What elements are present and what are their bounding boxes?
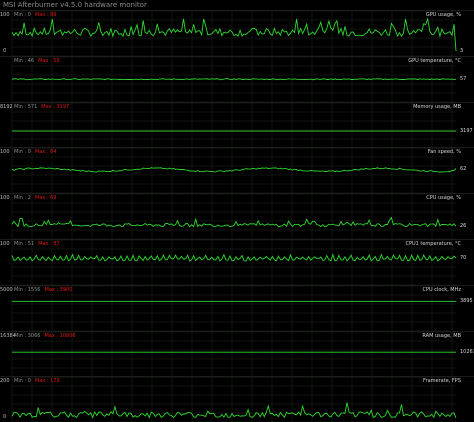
max-value: Max : 179 [34, 378, 60, 384]
title-bar[interactable]: MSI Afterburner v4.5.0 hardware monitor [0, 0, 474, 10]
graph-trace [11, 17, 457, 52]
current-value: 3 [460, 48, 464, 54]
window-title: MSI Afterburner v4.5.0 hardware monitor [3, 1, 147, 9]
max-value: Max : 69 [34, 195, 57, 201]
min-max-readout: Min : 0 Max : 179 [14, 378, 60, 385]
max-value: Max : 3197 [41, 104, 70, 110]
panel-title: GPU usage, % [425, 12, 461, 18]
monitor-graph [11, 331, 456, 378]
graph-trace [12, 78, 457, 81]
max-value: Max : 59 [38, 58, 60, 64]
min-value: Min : 3066 [14, 333, 41, 339]
min-max-readout: Min : 3066 Max : 10806 [14, 333, 76, 340]
panel-title: CPU1 temperature, °C [405, 241, 461, 247]
y-axis-max-label: 8192 [0, 104, 13, 110]
monitor-graph [11, 10, 457, 57]
monitor-graph [11, 193, 457, 240]
panel-title: CPU usage, % [426, 195, 461, 201]
monitor-graph [11, 56, 457, 103]
min-value: Min : 46 [14, 58, 35, 64]
max-value: Max : 99 [34, 12, 57, 18]
current-value: 70 [460, 254, 467, 261]
monitor-panel[interactable]: Min : 2 Max : 69 CPU usage, % 100 26 [0, 193, 474, 240]
min-value: Min : 0 [14, 378, 31, 384]
min-value: Min : 0 [14, 149, 31, 155]
panel-title: Memory usage, MB [413, 104, 461, 110]
min-value: Min : 51 [14, 241, 35, 247]
min-max-readout: Min : 0 Max : 99 [14, 12, 56, 19]
panel-title: Framerate, FPS [423, 378, 461, 384]
graph-trace [11, 167, 457, 173]
current-value: 57 [460, 76, 467, 83]
monitor-panel[interactable]: Min : 51 Max : 87 CPU1 temperature, °C 100 7… [0, 239, 474, 286]
monitor-panel[interactable]: Min : 0 Max : 179 Framerate, FPS 200 0 [0, 376, 474, 422]
min-value: Min : 571 [14, 104, 38, 110]
min-value: Min : 1556 [14, 287, 41, 293]
monitor-panel[interactable]: Min : 3066 Max : 10806 RAM usage, MB 16384 1… [0, 331, 474, 378]
graph-panels[interactable]: Min : 0 Max : 99 GPU usage, % 100 0 3 Min : 46… [0, 10, 474, 422]
monitor-graph [11, 102, 456, 149]
y-axis-max-label: 100 [0, 149, 10, 155]
min-max-readout: Min : 1556 Max : 3900 [14, 287, 72, 294]
current-value: 3197 [460, 128, 473, 135]
min-max-readout: Min : 0 Max : 64 [14, 149, 56, 156]
monitor-panel[interactable]: Min : 0 Max : 99 GPU usage, % 100 0 3 [0, 10, 474, 57]
y-axis-max-label: 16384 [0, 333, 16, 339]
current-value: 3895 [460, 298, 473, 305]
graph-trace [11, 402, 457, 419]
y-axis-max-label: 5000 [0, 287, 13, 293]
panel-title: RAM usage, MB [422, 333, 461, 339]
monitor-graph [11, 376, 457, 422]
current-value: 26 [460, 223, 467, 230]
min-max-readout: Min : 51 Max : 87 [14, 241, 60, 248]
min-max-readout: Min : 571 Max : 3197 [14, 104, 69, 111]
monitor-graph [11, 285, 456, 332]
y-axis-max-label: 100 [0, 195, 10, 201]
y-axis-max-label: 200 [0, 378, 10, 384]
y-axis-max-label: 100 [0, 241, 10, 247]
max-value: Max : 87 [38, 241, 60, 247]
monitor-graph [11, 239, 457, 286]
current-value: 62 [460, 165, 467, 172]
max-value: Max : 64 [34, 149, 57, 155]
max-value: Max : 3900 [44, 287, 73, 293]
panel-title: CPU clock, MHz [422, 287, 461, 293]
y-axis-min-label: 0 [3, 414, 7, 420]
panel-title: GPU temperature, °C [408, 58, 461, 64]
min-max-readout: Min : 46 Max : 59 [14, 58, 60, 65]
graph-trace [11, 216, 457, 228]
y-axis-min-label: 0 [3, 48, 7, 54]
monitor-panel[interactable]: Min : 46 Max : 59 GPU temperature, °C 57 [0, 56, 474, 103]
min-value: Min : 2 [14, 195, 31, 201]
current-value: 10263 [460, 349, 474, 356]
monitor-panel[interactable]: Min : 0 Max : 64 Fan speed, % 100 62 [0, 147, 474, 194]
monitor-panel[interactable]: Min : 1556 Max : 3900 CPU clock, MHz 5000 38… [0, 285, 474, 332]
min-max-readout: Min : 2 Max : 69 [14, 195, 56, 202]
monitor-graph [11, 147, 457, 194]
y-axis-max-label: 100 [0, 12, 10, 18]
panel-title: Fan speed, % [427, 149, 461, 155]
max-value: Max : 10806 [44, 333, 76, 339]
monitor-panel[interactable]: Min : 571 Max : 3197 Memory usage, MB 8192 3… [0, 102, 474, 149]
min-value: Min : 0 [14, 12, 31, 18]
